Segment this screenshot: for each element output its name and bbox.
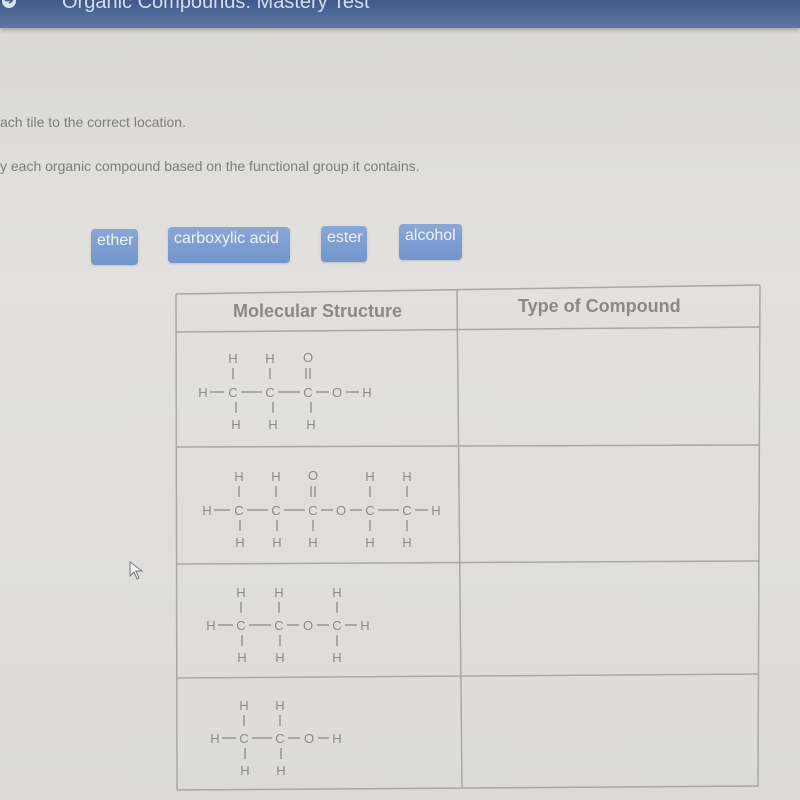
atom-label-h: H — [231, 417, 240, 432]
atom-label-h: H — [237, 650, 246, 665]
drop-zone-row-3[interactable] — [461, 564, 759, 674]
atom-label-h: H — [274, 585, 283, 600]
atom-label-h: H — [362, 385, 371, 400]
table-border-top — [175, 284, 761, 295]
atom-label-h: H — [239, 698, 248, 713]
atom-label-o: O — [308, 468, 318, 483]
atom-label-h: H — [276, 763, 285, 778]
instruction-identify: y each organic compound based on the fun… — [0, 158, 420, 174]
atom-label-h: H — [275, 698, 284, 713]
atom-label-h: H — [275, 650, 284, 665]
atom-label-c: C — [308, 503, 317, 518]
title-bar: ➔ Organic Compounds: Mastery Test — [0, 0, 800, 28]
atom-label-h: H — [206, 618, 215, 633]
atom-label-o: O — [303, 350, 313, 365]
tile-ester[interactable]: ester — [321, 226, 367, 262]
atom-label-h: H — [198, 385, 207, 400]
atom-label-c: C — [275, 731, 284, 746]
atom-label-c: C — [365, 503, 374, 518]
mouse-pointer-icon — [129, 561, 144, 580]
atom-label-h: H — [332, 731, 341, 746]
atom-label-h: H — [240, 763, 249, 778]
test-title: Organic Compounds: Mastery Test — [62, 0, 370, 13]
atom-label-h: H — [265, 351, 274, 366]
header-molecular-structure: Molecular Structure — [233, 301, 403, 321]
atom-label-c: C — [402, 503, 411, 518]
atom-label-c: C — [228, 385, 237, 400]
drop-zone-row-1[interactable] — [460, 330, 758, 444]
atom-label-h: H — [402, 469, 411, 484]
atom-label-h: H — [308, 535, 317, 550]
atom-label-o: O — [332, 385, 342, 400]
atom-label-h: H — [234, 469, 243, 484]
table-row-divider-1 — [175, 444, 761, 448]
table-border-left — [175, 293, 178, 791]
atom-label-h: H — [236, 585, 245, 600]
atom-label-c: C — [234, 503, 243, 518]
atom-label-c: C — [239, 731, 248, 746]
atom-label-h: H — [271, 469, 280, 484]
atom-label-h: H — [402, 535, 411, 550]
structure-propanoic-acid: H H O H C C C O H H H H — [198, 350, 371, 432]
atom-label-h: H — [332, 585, 341, 600]
atom-label-c: C — [332, 618, 341, 633]
atom-label-h: H — [306, 417, 315, 432]
atom-label-h: H — [272, 535, 281, 550]
arrow-right-circle-icon[interactable]: ➔ — [2, 0, 16, 8]
atom-label-o: O — [336, 503, 346, 518]
atom-label-h: H — [332, 650, 341, 665]
structure-methoxyethane: H H H H C C O C H H H H — [206, 585, 369, 665]
atom-label-c: C — [303, 385, 312, 400]
drop-zone-row-2[interactable] — [460, 448, 758, 560]
atom-label-h: H — [228, 351, 237, 366]
atom-label-o: O — [304, 731, 314, 746]
instruction-drag: ach tile to the correct location. — [0, 114, 186, 130]
table-border-bottom — [176, 785, 759, 791]
atom-label-h: H — [268, 417, 277, 432]
header-type-of-compound: Type of Compound — [518, 296, 681, 316]
atom-label-h: H — [365, 535, 374, 550]
structure-ethanol: H H H C C O H H H — [210, 698, 341, 778]
atom-label-h: H — [365, 469, 374, 484]
atom-label-h: H — [202, 503, 211, 518]
tile-carboxylic-acid[interactable]: carboxylic acid — [168, 227, 290, 263]
tile-alcohol[interactable]: alcohol — [399, 224, 462, 260]
atom-label-h: H — [235, 535, 244, 550]
atom-label-c: C — [265, 385, 274, 400]
atom-label-o: O — [303, 618, 313, 633]
structure-ethyl-propanoate: H H O H H H C C C O C C H H H H H H — [202, 468, 440, 550]
atom-label-c: C — [274, 618, 283, 633]
atom-label-h: H — [360, 618, 369, 633]
atom-label-c: C — [236, 618, 245, 633]
tile-ether[interactable]: ether — [91, 229, 138, 265]
drop-zone-row-4[interactable] — [462, 678, 760, 786]
atom-label-h: H — [431, 503, 440, 518]
atom-label-c: C — [271, 503, 280, 518]
atom-label-h: H — [210, 731, 219, 746]
